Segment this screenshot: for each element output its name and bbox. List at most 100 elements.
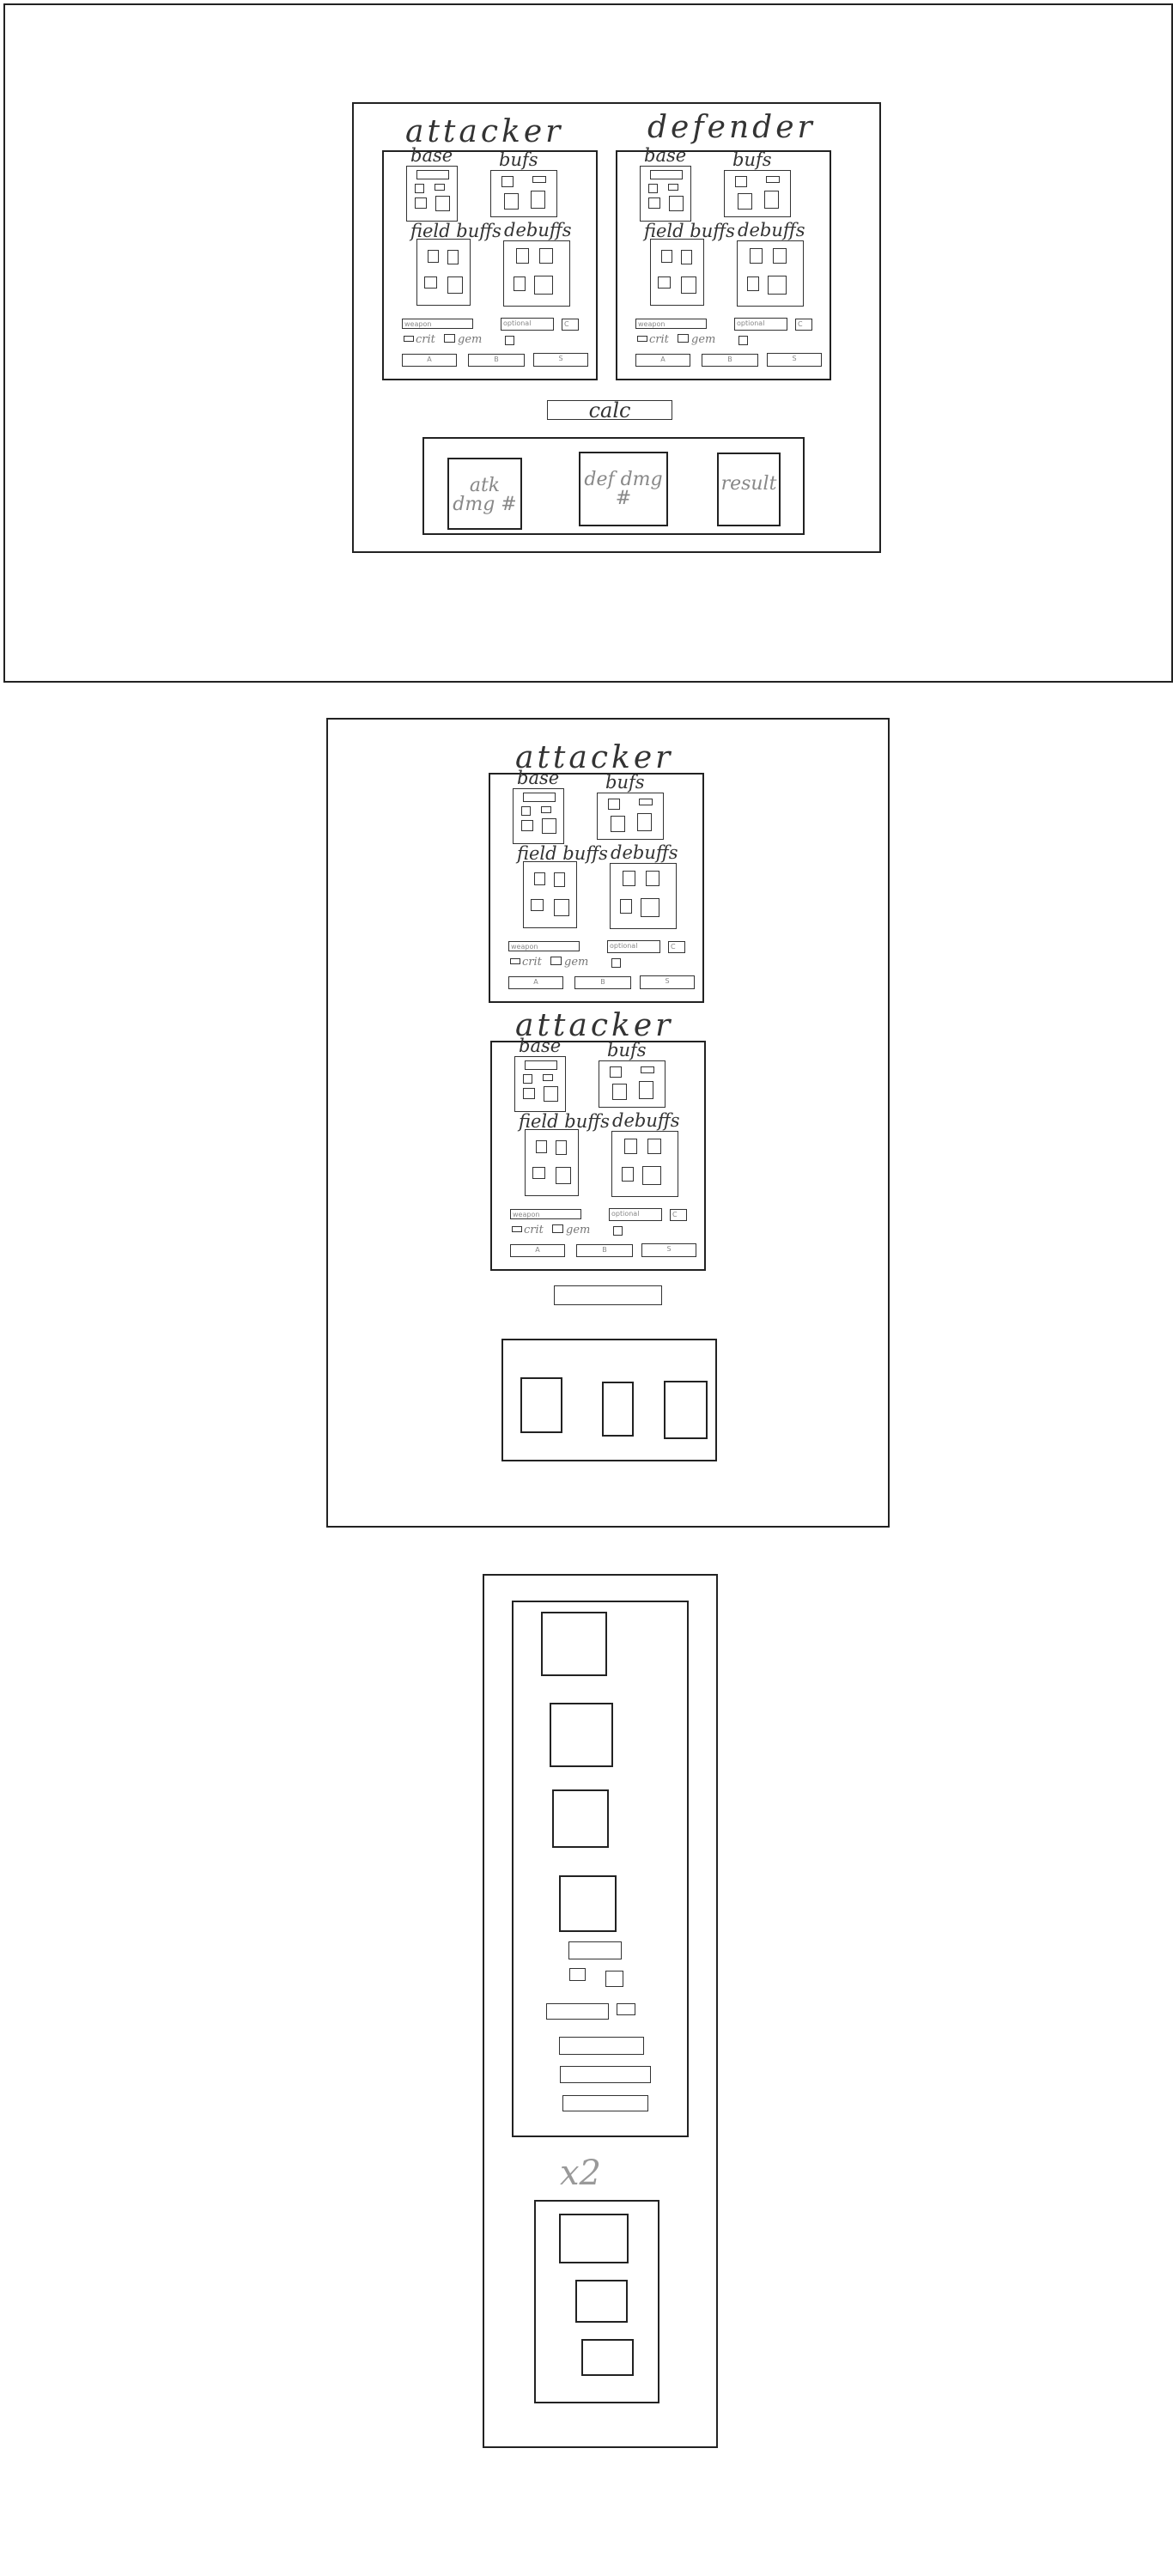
buff-field[interactable] — [608, 799, 620, 810]
buff-field[interactable] — [735, 176, 747, 187]
base-stat-field[interactable] — [542, 818, 556, 834]
weapon-select[interactable]: weapon — [510, 1209, 581, 1219]
field-buff-field[interactable] — [554, 872, 565, 887]
gem-checkbox[interactable] — [605, 1971, 623, 1987]
button-a[interactable]: A — [510, 1244, 565, 1257]
button-s[interactable] — [562, 2095, 648, 2111]
field-buff-field[interactable] — [681, 250, 692, 264]
debuff-field[interactable] — [773, 248, 787, 264]
debuff-field[interactable] — [768, 276, 787, 295]
field-buff-field[interactable] — [658, 276, 671, 289]
weapon-select[interactable]: weapon — [402, 319, 473, 329]
base-stat-field[interactable] — [523, 1074, 532, 1084]
debuff-field[interactable] — [624, 1139, 637, 1154]
base-stat-field[interactable] — [523, 1088, 535, 1099]
crit-toggle[interactable]: C — [562, 319, 579, 331]
buff-field[interactable] — [612, 1084, 627, 1100]
debuff-field[interactable] — [539, 248, 553, 264]
debuff-field[interactable] — [516, 248, 529, 264]
buff-field[interactable] — [504, 193, 519, 210]
button-s[interactable]: S — [533, 353, 588, 367]
base-stat-field[interactable] — [648, 184, 658, 193]
crit-toggle[interactable]: C — [795, 319, 812, 331]
field-buff-field[interactable] — [681, 276, 696, 294]
crit-toggle[interactable] — [617, 2003, 635, 2015]
base-stat-field[interactable] — [521, 806, 531, 816]
debuff-field[interactable] — [514, 276, 526, 291]
optional-select[interactable] — [546, 2003, 609, 2020]
base-stat-field[interactable] — [415, 184, 424, 193]
debuff-field[interactable] — [750, 248, 763, 264]
button-a[interactable]: A — [508, 976, 563, 989]
optional-select[interactable]: optional — [609, 1208, 662, 1221]
gem-checkbox[interactable] — [550, 957, 562, 965]
buff-field[interactable] — [641, 1066, 654, 1073]
buff-field[interactable] — [639, 799, 653, 805]
buff-field[interactable] — [766, 176, 780, 183]
field-buff-field[interactable] — [536, 1140, 547, 1153]
buff-field[interactable] — [501, 176, 514, 187]
calc-button[interactable] — [554, 1285, 662, 1305]
debuff-field[interactable] — [641, 898, 659, 917]
field-buff-field[interactable] — [554, 899, 569, 916]
field-buff-field[interactable] — [556, 1167, 571, 1184]
crit-checkbox[interactable] — [512, 1226, 522, 1232]
crit-toggle[interactable]: C — [670, 1209, 687, 1221]
debuff-field[interactable] — [620, 899, 632, 914]
crit-checkbox[interactable] — [404, 336, 414, 342]
debuff-field[interactable] — [747, 276, 759, 291]
field-buff-field[interactable] — [447, 276, 463, 294]
field-buff-field[interactable] — [447, 250, 459, 264]
debuff-field[interactable] — [642, 1166, 661, 1185]
buff-field[interactable] — [639, 1081, 653, 1099]
field-buff-field[interactable] — [661, 250, 672, 263]
debuff-field[interactable] — [647, 1139, 661, 1154]
buff-field[interactable] — [637, 813, 652, 831]
field-buff-field[interactable] — [532, 1167, 545, 1179]
base-stat-field[interactable] — [435, 196, 450, 211]
weapon-select[interactable]: weapon — [508, 941, 580, 951]
debuff-field[interactable] — [646, 871, 659, 886]
field-buff-field[interactable] — [428, 250, 439, 263]
buff-field[interactable] — [531, 191, 545, 209]
button-s[interactable]: S — [641, 1243, 696, 1257]
base-stat-field[interactable] — [435, 184, 445, 191]
buff-field[interactable] — [611, 816, 625, 832]
field-buff-field[interactable] — [424, 276, 437, 289]
base-stat-field[interactable] — [415, 197, 427, 209]
button-b[interactable]: B — [468, 354, 525, 367]
base-stat-field[interactable] — [544, 1086, 558, 1102]
field-buff-field[interactable] — [534, 872, 545, 885]
base-stat-field[interactable] — [543, 1074, 553, 1081]
gem-checkbox[interactable] — [444, 334, 455, 343]
base-stat-bar[interactable] — [416, 170, 449, 179]
optional-select[interactable]: optional — [607, 940, 660, 953]
button-s[interactable]: S — [767, 353, 822, 367]
gem-checkbox[interactable] — [678, 334, 689, 343]
weapon-select[interactable]: weapon — [635, 319, 707, 329]
debuff-field[interactable] — [623, 871, 635, 886]
base-stat-bar[interactable] — [523, 793, 556, 802]
gem-checkbox[interactable] — [552, 1224, 563, 1233]
base-stat-field[interactable] — [521, 820, 533, 831]
buff-field[interactable] — [532, 176, 546, 183]
calc-button[interactable]: calc — [547, 400, 672, 421]
button-s[interactable]: S — [640, 975, 695, 989]
optional-checkbox[interactable] — [611, 958, 621, 968]
base-stat-field[interactable] — [648, 197, 660, 209]
button-b[interactable] — [560, 2066, 651, 2083]
base-stat-bar[interactable] — [525, 1060, 557, 1070]
crit-checkbox[interactable] — [510, 958, 520, 964]
optional-select[interactable]: optional — [734, 318, 787, 331]
buff-field[interactable] — [738, 193, 752, 210]
debuff-field[interactable] — [622, 1167, 634, 1182]
base-stat-bar[interactable] — [650, 170, 683, 179]
button-a[interactable] — [559, 2037, 644, 2055]
button-b[interactable]: B — [574, 976, 631, 989]
buff-field[interactable] — [610, 1066, 622, 1078]
optional-checkbox[interactable] — [613, 1226, 623, 1236]
optional-select[interactable]: optional — [501, 318, 554, 331]
field-buff-field[interactable] — [556, 1140, 567, 1155]
crit-checkbox[interactable] — [637, 336, 647, 342]
base-stat-field[interactable] — [668, 184, 678, 191]
